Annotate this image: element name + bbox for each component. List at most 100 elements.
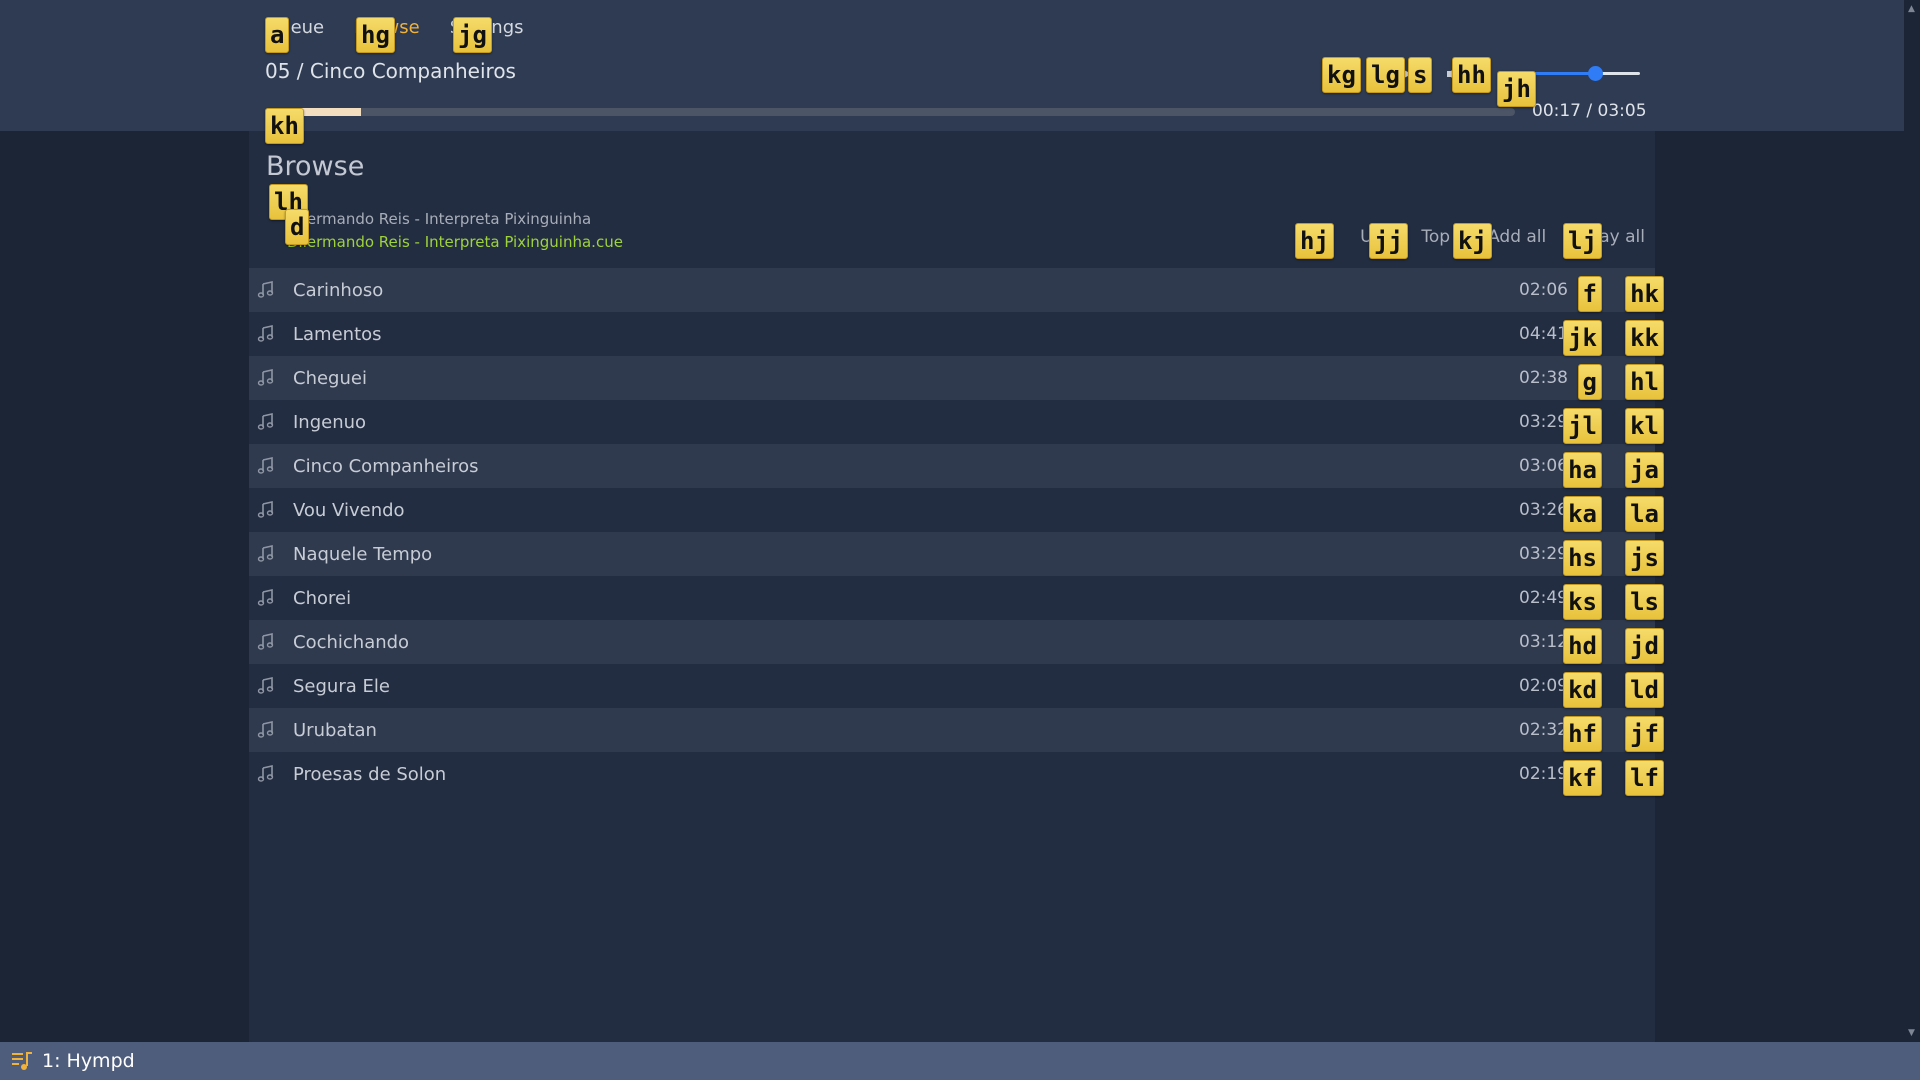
music-note-icon	[257, 633, 274, 650]
track-title: Lamentos	[293, 323, 382, 345]
hint-label: f	[1577, 276, 1602, 312]
track-list: Carinhoso 02:06 f hk Lamentos 04:41 jk kk Chegue…	[249, 268, 1664, 796]
hint-label: hh	[1452, 57, 1491, 93]
track-duration: 02:19	[1519, 764, 1568, 784]
track-row[interactable]: Ingenuo 03:29 jl kl	[249, 400, 1664, 444]
hint-label: ja	[1625, 452, 1664, 488]
track-row[interactable]: Chorei 02:49 ks ls	[249, 576, 1664, 620]
hint-label: lg	[1366, 57, 1405, 93]
track-row[interactable]: Segura Ele 02:09 kd ld	[249, 664, 1664, 708]
track-title: Carinhoso	[293, 279, 384, 301]
music-note-icon	[257, 545, 274, 562]
track-duration: 02:49	[1519, 588, 1568, 608]
scroll-up-icon[interactable]: ▲	[1908, 4, 1916, 14]
hint-label: js	[1625, 540, 1664, 576]
breadcrumb-folder[interactable]: Dilermando Reis - Interpreta Pixinguinha	[287, 208, 623, 231]
page-scrollbar[interactable]: ▲ ▼	[1904, 0, 1920, 1042]
hint-label: lj	[1563, 223, 1602, 259]
track-title: Urubatan	[293, 719, 377, 741]
hint-label: jf	[1625, 716, 1664, 752]
hint-label: d	[285, 209, 310, 245]
track-row[interactable]: Vou Vivendo 03:26 ka la	[249, 488, 1664, 532]
track-duration: 02:09	[1519, 676, 1568, 696]
track-title: Vou Vivendo	[293, 499, 405, 521]
now-playing-title: 05 / Cinco Companheiros	[265, 59, 516, 83]
taskbar-window-label[interactable]: 1: Hympd	[42, 1050, 135, 1072]
breadcrumb-current-file[interactable]: Dilermando Reis - Interpreta Pixinguinha…	[287, 231, 623, 254]
track-title: Cochichando	[293, 631, 410, 653]
music-note-icon	[257, 457, 274, 474]
hint-label: jl	[1563, 408, 1602, 444]
hint-label: ka	[1563, 496, 1602, 532]
hint-label: hd	[1563, 628, 1602, 664]
hint-label: kl	[1625, 408, 1664, 444]
hint-label: kk	[1625, 320, 1664, 356]
taskbar: 1: Hympd	[0, 1042, 1920, 1080]
hint-label: hs	[1563, 540, 1602, 576]
track-title: Cinco Companheiros	[293, 455, 479, 477]
track-row[interactable]: Lamentos 04:41 jk kk	[249, 312, 1664, 356]
track-duration: 03:29	[1519, 412, 1568, 432]
hint-label: kj	[1453, 223, 1492, 259]
track-row[interactable]: Carinhoso 02:06 f hk	[249, 268, 1664, 312]
music-note-icon	[257, 501, 274, 518]
hint-label: hk	[1625, 276, 1664, 312]
track-row[interactable]: Cheguei 02:38 g hl	[249, 356, 1664, 400]
track-row[interactable]: Cochichando 03:12 hd jd	[249, 620, 1664, 664]
track-title: Proesas de Solon	[293, 763, 447, 785]
hint-label: ks	[1563, 584, 1602, 620]
hint-label: la	[1625, 496, 1664, 532]
track-duration: 03:06	[1519, 456, 1568, 476]
music-note-icon	[257, 677, 274, 694]
track-duration: 02:06	[1519, 280, 1568, 300]
music-note-icon	[257, 589, 274, 606]
music-note-icon	[257, 721, 274, 738]
track-title: Naquele Tempo	[293, 543, 433, 565]
hint-label: hj	[1295, 223, 1334, 259]
track-title: Cheguei	[293, 367, 367, 389]
add-all-button[interactable]: Add all	[1488, 227, 1546, 247]
seek-bar[interactable]	[265, 108, 1515, 116]
hint-label: jk	[1563, 320, 1602, 356]
hint-label: ls	[1625, 584, 1664, 620]
track-duration: 04:41	[1519, 324, 1568, 344]
hint-label: s	[1408, 57, 1433, 93]
hint-label: hf	[1563, 716, 1602, 752]
track-title: Ingenuo	[293, 411, 367, 433]
hint-label: jh	[1497, 71, 1536, 107]
breadcrumb-root[interactable]: /	[287, 185, 623, 208]
track-row[interactable]: Naquele Tempo 03:29 hs js	[249, 532, 1664, 576]
breadcrumb: / Dilermando Reis - Interpreta Pixinguin…	[287, 185, 623, 254]
hint-label: kf	[1563, 760, 1602, 796]
hint-label: ld	[1625, 672, 1664, 708]
music-note-icon	[257, 369, 274, 386]
music-note-icon	[257, 413, 274, 430]
music-playlist-icon	[12, 1052, 32, 1070]
hint-label: kd	[1563, 672, 1602, 708]
hint-label: hl	[1625, 364, 1664, 400]
track-duration: 02:38	[1519, 368, 1568, 388]
track-duration: 03:12	[1519, 632, 1568, 652]
track-row[interactable]: Urubatan 02:32 hf jf	[249, 708, 1664, 752]
volume-thumb[interactable]	[1588, 66, 1604, 81]
track-title: Chorei	[293, 587, 352, 609]
track-row[interactable]: Proesas de Solon 02:19 kf lf	[249, 752, 1664, 796]
track-duration: 03:26	[1519, 500, 1568, 520]
hint-label: jg	[453, 17, 492, 53]
hint-label: jd	[1625, 628, 1664, 664]
top-button[interactable]: Top	[1421, 227, 1450, 247]
page-title: Browse	[266, 151, 365, 182]
hint-label: jj	[1369, 223, 1408, 259]
playback-time: 00:17 / 03:05	[1532, 101, 1647, 121]
track-title: Segura Ele	[293, 675, 390, 697]
hint-label: kg	[1322, 57, 1361, 93]
music-note-icon	[257, 281, 274, 298]
hint-label: lf	[1625, 760, 1664, 796]
track-row[interactable]: Cinco Companheiros 03:06 ha ja	[249, 444, 1664, 488]
track-duration: 03:29	[1519, 544, 1568, 564]
hint-label: kh	[265, 108, 304, 144]
track-duration: 02:32	[1519, 720, 1568, 740]
hint-label: a	[265, 17, 290, 53]
scroll-down-icon[interactable]: ▼	[1908, 1028, 1916, 1038]
hint-label: ha	[1563, 452, 1602, 488]
